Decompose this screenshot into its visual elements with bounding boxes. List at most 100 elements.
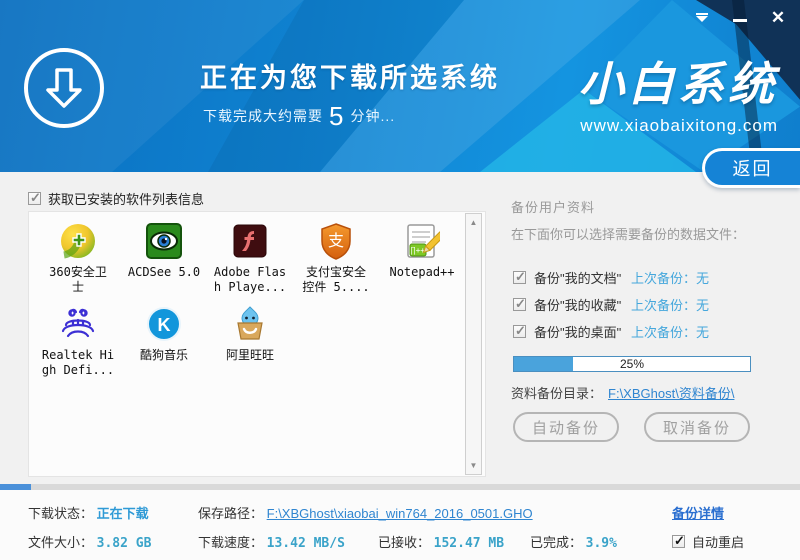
app-item-notepadpp[interactable]: ∏++ Notepad++ bbox=[379, 222, 465, 295]
backup-detail-link[interactable]: 备份详情 bbox=[672, 503, 724, 522]
auto-restart-checkbox[interactable] bbox=[672, 533, 685, 549]
backup-subtitle: 在下面你可以选择需要备份的数据文件： bbox=[511, 227, 746, 242]
app-item-alipay[interactable]: 支 支付宝安全 控件 5.... bbox=[293, 222, 379, 295]
cancel-backup-button[interactable]: 取消备份 bbox=[644, 412, 750, 442]
download-speed-label: 下载速度： bbox=[198, 535, 264, 550]
app-item-aliwangwang[interactable]: 阿里旺旺 bbox=[207, 305, 293, 378]
received-value: 152.47 MB bbox=[433, 536, 505, 551]
main-content: 获取已安装的软件列表信息 360安全卫 士 bbox=[0, 172, 800, 484]
backup-row-desktop[interactable]: 备份"我的桌面" 上次备份：无 bbox=[513, 322, 709, 341]
backup-documents-label: 备份"我的文档" bbox=[534, 271, 622, 286]
close-glyph: ✕ bbox=[770, 7, 786, 27]
notepadpp-icon: ∏++ bbox=[403, 222, 441, 260]
app-item-360safe[interactable]: 360安全卫 士 bbox=[35, 222, 121, 295]
brand-logo: 小白系统 www.xiaobaixitong.com bbox=[578, 48, 778, 136]
download-circle-icon bbox=[24, 48, 104, 128]
backup-documents-last: 上次备份：无 bbox=[631, 271, 710, 286]
backup-progress-bar: 25% bbox=[513, 356, 751, 372]
app-label: Notepad++ bbox=[389, 265, 455, 279]
app-label: ACDSee 5.0 bbox=[127, 265, 201, 279]
eta-minutes: 5 bbox=[329, 101, 345, 131]
backup-row-favorites[interactable]: 备份"我的收藏" 上次备份：无 bbox=[513, 295, 709, 314]
app-label: 酷狗音乐 bbox=[139, 348, 188, 362]
download-speed: 下载速度： 13.42 MB/S bbox=[198, 532, 345, 551]
backup-favorites-label: 备份"我的收藏" bbox=[534, 298, 622, 313]
backup-desktop-label: 备份"我的桌面" bbox=[534, 325, 622, 340]
tray-menu-icon[interactable] bbox=[690, 6, 714, 28]
alipay-char: 支 bbox=[328, 232, 344, 250]
app-label: Realtek Hi gh Defi... bbox=[41, 348, 115, 377]
backup-dir-label: 资料备份目录： bbox=[511, 386, 603, 401]
completed-label: 已完成： bbox=[530, 535, 583, 550]
header-banner: 正在为您下载所选系统 下载完成大约需要 5 分钟... 小白系统 www.xia… bbox=[0, 0, 800, 172]
installed-software-panel: 360安全卫 士 ACDSee 5.0 Adobe Flas h Playe..… bbox=[28, 211, 486, 477]
backup-title: 备份用户资料 bbox=[511, 200, 596, 215]
received: 已接收： 152.47 MB bbox=[378, 532, 504, 551]
app-label: Adobe Flas h Playe... bbox=[213, 265, 287, 294]
backup-documents-checkbox[interactable] bbox=[513, 269, 526, 285]
completed: 已完成： 3.9% bbox=[530, 532, 617, 551]
software-list-checkbox-label: 获取已安装的软件列表信息 bbox=[48, 192, 205, 207]
software-list-checkbox-row[interactable]: 获取已安装的软件列表信息 bbox=[28, 189, 204, 208]
scroll-up-icon[interactable]: ▲ bbox=[466, 215, 481, 230]
software-list-checkbox[interactable] bbox=[28, 190, 41, 206]
svg-text:∏++: ∏++ bbox=[411, 246, 426, 255]
backup-desktop-last: 上次备份：无 bbox=[631, 325, 710, 340]
file-size: 文件大小： 3.82 GB bbox=[28, 532, 151, 551]
app-label: 阿里旺旺 bbox=[225, 348, 274, 362]
file-size-value: 3.82 GB bbox=[96, 536, 152, 551]
download-state-label: 下载状态： bbox=[28, 506, 94, 521]
app-window: 正在为您下载所选系统 下载完成大约需要 5 分钟... 小白系统 www.xia… bbox=[0, 0, 800, 560]
save-path-link[interactable]: F:\XBGhost\xiaobai_win764_2016_0501.GHO bbox=[267, 506, 533, 521]
brand-name: 小白系统 bbox=[578, 58, 778, 110]
backup-buttons: 自动备份 取消备份 bbox=[513, 412, 750, 442]
download-state: 下载状态： 正在下载 bbox=[28, 503, 149, 522]
software-grid: 360安全卫 士 ACDSee 5.0 Adobe Flas h Playe..… bbox=[35, 222, 465, 388]
software-scrollbar[interactable]: ▲ ▼ bbox=[465, 213, 482, 475]
app-item-acdsee[interactable]: ACDSee 5.0 bbox=[121, 222, 207, 295]
received-label: 已接收： bbox=[378, 535, 431, 550]
scroll-down-icon[interactable]: ▼ bbox=[466, 458, 481, 473]
minimize-glyph bbox=[733, 18, 747, 22]
completed-value: 3.9% bbox=[585, 536, 617, 551]
app-item-realtek[interactable]: Realtek Hi gh Defi... bbox=[35, 305, 121, 378]
page-title: 正在为您下载所选系统 bbox=[200, 63, 500, 93]
backup-favorites-last: 上次备份：无 bbox=[631, 298, 710, 313]
auto-restart-label: 自动重启 bbox=[692, 535, 745, 550]
tray-glyph bbox=[696, 12, 708, 22]
close-icon[interactable]: ✕ bbox=[766, 6, 790, 28]
alipay-shield-icon: 支 bbox=[317, 222, 355, 260]
download-speed-value: 13.42 MB/S bbox=[266, 536, 345, 551]
minimize-icon[interactable] bbox=[728, 6, 752, 28]
360-safe-icon bbox=[59, 222, 97, 260]
backup-dir-link[interactable]: F:\XBGhost\资料备份\ bbox=[608, 383, 734, 402]
aliwangwang-icon bbox=[231, 305, 269, 343]
backup-dir-row: 资料备份目录： F:\XBGhost\资料备份\ bbox=[511, 383, 734, 402]
kugou-music-icon: K bbox=[145, 305, 183, 343]
auto-restart-row[interactable]: 自动重启 bbox=[672, 532, 744, 551]
acdsee-icon bbox=[145, 222, 183, 260]
backup-row-documents[interactable]: 备份"我的文档" 上次备份：无 bbox=[513, 268, 709, 287]
backup-desktop-checkbox[interactable] bbox=[513, 323, 526, 339]
backup-favorites-checkbox[interactable] bbox=[513, 296, 526, 312]
save-path: 保存路径： F:\XBGhost\xiaobai_win764_2016_050… bbox=[198, 503, 533, 522]
realtek-crab-icon bbox=[59, 305, 97, 343]
window-controls: ✕ bbox=[690, 6, 790, 28]
eta-prefix: 下载完成大约需要 bbox=[203, 108, 323, 124]
kugou-letter: K bbox=[158, 315, 171, 335]
download-state-value: 正在下载 bbox=[96, 506, 149, 521]
save-path-label: 保存路径： bbox=[198, 506, 264, 521]
file-size-label: 文件大小： bbox=[28, 535, 94, 550]
app-label: 360安全卫 士 bbox=[49, 265, 107, 294]
eta-suffix: 分钟... bbox=[350, 108, 396, 124]
app-item-flash[interactable]: Adobe Flas h Playe... bbox=[207, 222, 293, 295]
back-button[interactable]: 返回 bbox=[702, 148, 800, 188]
status-bar: 下载状态： 正在下载 保存路径： F:\XBGhost\xiaobai_win7… bbox=[0, 490, 800, 560]
app-label: 支付宝安全 控件 5.... bbox=[302, 265, 370, 294]
auto-backup-button[interactable]: 自动备份 bbox=[513, 412, 619, 442]
backup-progress-percent: 25% bbox=[619, 357, 645, 371]
brand-url: www.xiaobaixitong.com bbox=[580, 116, 778, 135]
app-item-kugou[interactable]: K 酷狗音乐 bbox=[121, 305, 207, 378]
adobe-flash-icon bbox=[231, 222, 269, 260]
download-eta-text: 下载完成大约需要 5 分钟... bbox=[203, 101, 396, 131]
